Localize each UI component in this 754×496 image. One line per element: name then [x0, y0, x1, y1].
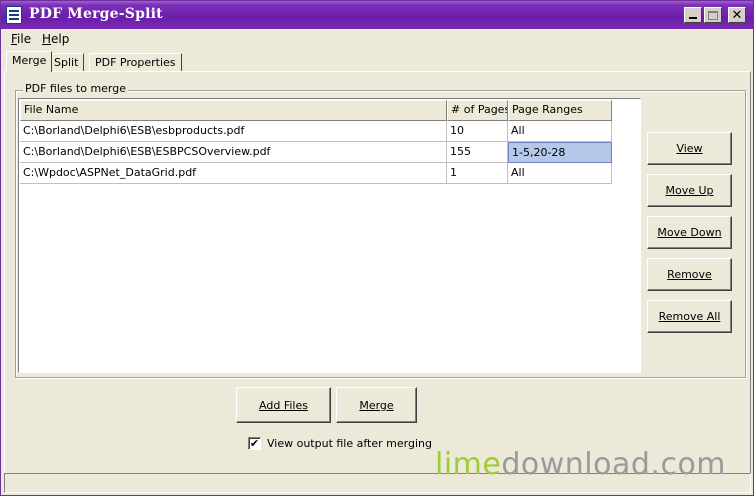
remove-button[interactable]: Remove — [647, 258, 732, 291]
tab-pdf-properties[interactable]: PDF Properties — [89, 53, 182, 72]
cell-page-ranges[interactable]: All — [508, 121, 612, 142]
files-grid[interactable]: File Name # of Pages Page Ranges C:\Borl… — [18, 98, 641, 373]
watermark-logo: limedownload.com — [435, 447, 727, 482]
cell-file-name[interactable]: C:\Borland\Delphi6\ESB\esbproducts.pdf — [20, 121, 447, 142]
checkmark-icon: ✔ — [249, 437, 260, 450]
menu-file[interactable]: File — [11, 32, 31, 46]
grid-header-row: File Name # of Pages Page Ranges — [20, 100, 612, 121]
view-button[interactable]: View — [647, 132, 732, 165]
tab-split[interactable]: Split — [48, 53, 85, 72]
column-header-file-name[interactable]: File Name — [20, 100, 447, 121]
cell-page-ranges-selected[interactable]: 1-5,20-28 — [508, 142, 612, 163]
minimize-icon — [689, 17, 697, 19]
table-row[interactable]: C:\Wpdoc\ASPNet_DataGrid.pdf 1 All — [20, 163, 612, 184]
maximize-button[interactable] — [704, 7, 722, 23]
view-output-label: View output file after merging — [267, 437, 432, 450]
group-title: PDF files to merge — [23, 82, 129, 95]
tab-merge[interactable]: Merge — [6, 51, 53, 72]
app-window: PDF Merge-Split ✕ File Help Merge Split … — [0, 0, 754, 496]
cell-pages[interactable]: 1 — [447, 163, 508, 184]
move-down-button[interactable]: Move Down — [647, 216, 732, 249]
view-output-checkbox-row[interactable]: ✔ View output file after merging — [248, 437, 432, 450]
column-header-pages[interactable]: # of Pages — [447, 100, 508, 121]
close-icon: ✕ — [731, 7, 743, 23]
minimize-button[interactable] — [684, 7, 702, 23]
view-output-checkbox[interactable]: ✔ — [248, 437, 261, 450]
cell-file-name[interactable]: C:\Wpdoc\ASPNet_DataGrid.pdf — [20, 163, 447, 184]
window-title: PDF Merge-Split — [29, 6, 163, 22]
move-up-button[interactable]: Move Up — [647, 174, 732, 207]
table-row[interactable]: C:\Borland\Delphi6\ESB\esbproducts.pdf 1… — [20, 121, 612, 142]
cell-pages[interactable]: 155 — [447, 142, 508, 163]
title-bar[interactable]: PDF Merge-Split ✕ — [1, 1, 753, 29]
close-button[interactable]: ✕ — [728, 7, 746, 23]
add-files-button[interactable]: Add Files — [236, 387, 331, 423]
cell-file-name[interactable]: C:\Borland\Delphi6\ESB\ESBPCSOverview.pd… — [20, 142, 447, 163]
menu-bar: File Help — [1, 29, 753, 49]
maximize-icon — [708, 10, 718, 20]
menu-help[interactable]: Help — [42, 32, 69, 46]
table-row[interactable]: C:\Borland\Delphi6\ESB\ESBPCSOverview.pd… — [20, 142, 612, 163]
merge-tab-panel: PDF files to merge File Name # of Pages … — [4, 71, 751, 493]
column-header-page-ranges[interactable]: Page Ranges — [508, 100, 612, 121]
merge-button[interactable]: Merge — [336, 387, 417, 423]
remove-all-button[interactable]: Remove All — [647, 300, 732, 333]
pdf-document-icon[interactable] — [6, 6, 22, 24]
cell-pages[interactable]: 10 — [447, 121, 508, 142]
cell-page-ranges[interactable]: All — [508, 163, 612, 184]
